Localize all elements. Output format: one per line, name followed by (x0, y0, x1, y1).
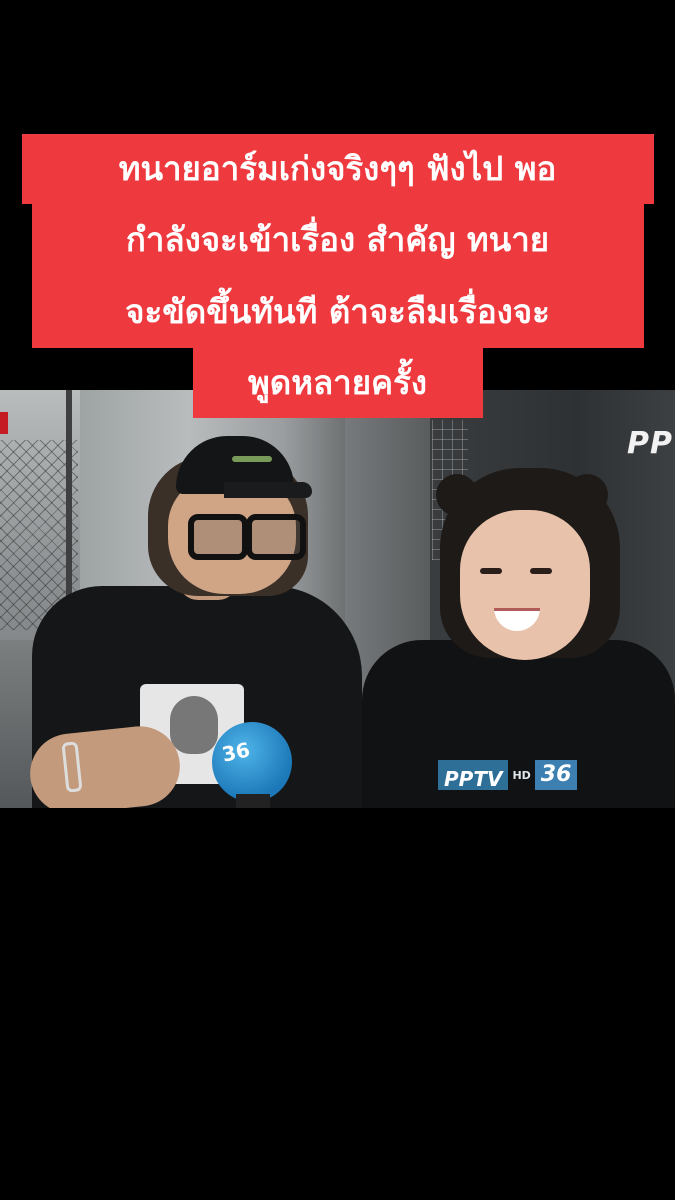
woman-face (460, 510, 590, 660)
woman-eye-left (480, 568, 502, 574)
woman-hair-bun-right (566, 474, 608, 516)
woman-hair-bun-left (436, 474, 478, 516)
shirt-logo: PPTV HD 36 (438, 756, 602, 794)
caption-line-3: จะขัดขึ้นทันที ต้าจะลืมเรื่องจะ (31, 276, 644, 348)
shirt-logo-brand: PPTV (438, 760, 509, 791)
video-screen[interactable]: ทนายอาร์มเก่งจริงๆๆ ฟังไป พอ กำลังจะเข้า… (0, 0, 675, 1200)
caption-line-2: กำลังจะเข้าเรื่อง สำคัญ ทนาย (31, 204, 644, 276)
caption-overlay: ทนายอาร์มเก่งจริงๆๆ ฟังไป พอ กำลังจะเข้า… (0, 134, 675, 418)
glasses-right-lens (246, 514, 306, 560)
cap-logo (232, 456, 272, 462)
caption-line-1: ทนายอาร์มเก่งจริงๆๆ ฟังไป พอ (21, 134, 654, 204)
microphone-handle (236, 794, 270, 808)
shirt-print-portrait (170, 696, 218, 754)
video-frame[interactable]: PP 36 PPTV HD 36 (0, 390, 675, 808)
glasses-left-lens (188, 514, 248, 560)
glasses-bridge (242, 528, 250, 532)
caption-line-4: พูดหลายครั้ง (192, 348, 483, 418)
man-cap-brim (224, 482, 312, 498)
channel-watermark: PP (627, 426, 673, 461)
shirt-logo-hd: HD (512, 768, 531, 782)
woman-eye-right (530, 568, 552, 574)
shirt-logo-channel: 36 (534, 760, 578, 790)
